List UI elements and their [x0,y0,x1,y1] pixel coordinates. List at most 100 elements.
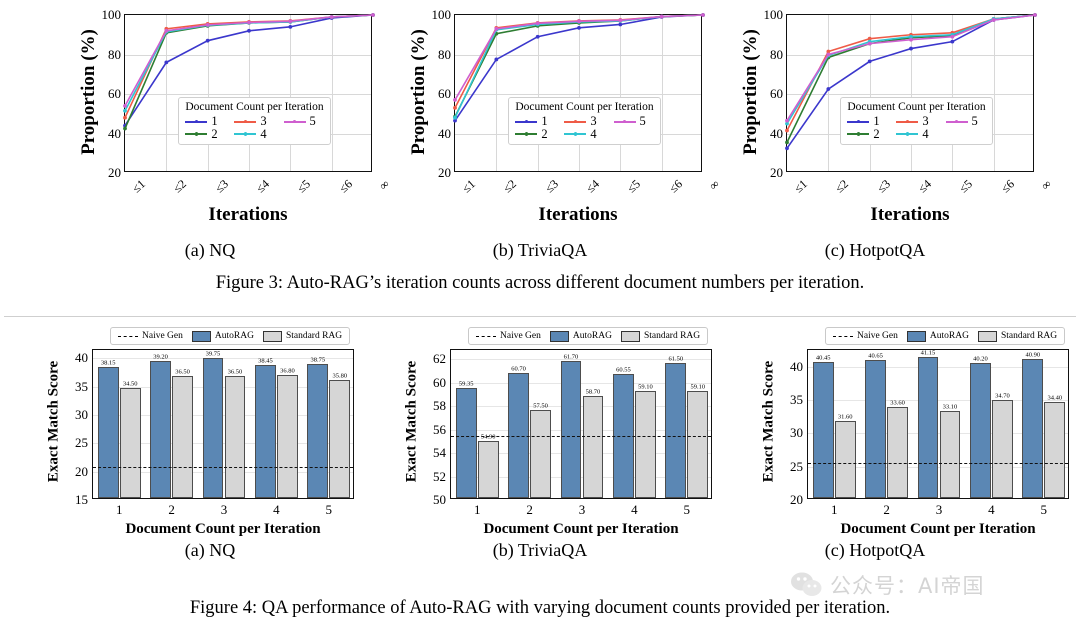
line-chart-x-axis-label: Iterations [538,204,618,225]
line-chart-x-tick: ≤2 [832,176,852,196]
line-data-point [950,39,955,44]
line-data-point [618,18,623,23]
bar-chart-y-tick: 56 [433,421,446,437]
bar-chart-x-axis-label: Document Count per Iteration [125,521,321,537]
bar-chart-x-tick: 4 [273,502,280,517]
line-chart-y-tick: 80 [108,46,121,62]
legend-item-2[interactable]: 2 [185,128,225,141]
bar-standard-rag-4: 36.80 [276,368,298,498]
legend-item-label: 5 [971,114,978,129]
legend-item-5[interactable]: 5 [283,115,324,128]
bar-chart-x-tick: 3 [220,502,228,517]
line-series-5 [124,14,374,107]
bar-standard-rag-1: 34.50 [119,381,141,498]
bar-chart-y-axis-label: Exact Match Score [45,360,62,483]
legend-item-label: 5 [639,114,646,129]
legend-item-4[interactable]: 4 [234,128,274,141]
bar-chart-legend: Naive Gen AutoRAG Standard RAG [825,327,1066,345]
line-chart-y-tick: 40 [770,125,783,141]
line-data-point [164,60,169,65]
legend-item-4[interactable]: 4 [564,128,604,141]
wechat-icon [791,572,822,596]
bar-chart-y-tick: 25 [75,435,88,451]
bar-value-label: 34.40 [1047,394,1063,402]
bar-chart-plot-area: 20 25 30 35 40 40.45 31.60 1 40.65 33.60 2 41.15 33.… [790,349,1069,517]
watermark: 公众号：AI帝国 [790,570,985,600]
legend-item-naive-gen[interactable]: Naive Gen [118,331,183,341]
legend-item-standard-rag[interactable]: Standard RAG [977,330,1057,342]
watermark-text: 公众号：AI帝国 [830,574,985,598]
legend-item-2[interactable]: 2 [515,128,555,141]
legend-line-swatch-icon [185,129,208,138]
bar-value-label: 60.70 [511,365,526,373]
line-chart-x-tick: ≤5 [624,176,644,196]
legend-item-naive-gen[interactable]: Naive Gen [833,331,898,341]
legend-item-3[interactable]: 3 [896,115,936,128]
legend-item-3[interactable]: 3 [234,115,274,128]
line-data-point [164,28,169,33]
legend-item-5[interactable]: 5 [945,114,986,129]
legend-item-autorag[interactable]: AutoRAG [191,330,254,342]
legend-item-naive-gen[interactable]: Naive Gen [476,331,541,341]
legend-item-standard-rag[interactable]: Standard RAG [620,330,700,342]
line-data-point [329,15,334,19]
bar-value-label: 40.20 [973,355,988,363]
bar-chart-x-tick: 2 [526,502,533,517]
line-data-point [826,87,831,91]
legend-line-swatch-icon [185,117,208,126]
bar-chart-panel-0: Exact Match Score Naive Gen AutoRAG Standar… [30,325,370,540]
legend-item-4[interactable]: 4 [896,128,936,141]
line-chart-series-layer [453,13,705,123]
figure-sheet: Proportion (%) 20 40 60 80 100 ≤1 ≤2 ≤3 ≤4 ≤5 ≤6 ∞ Do… [0,0,1080,640]
bar-chart-y-tick: 25 [790,458,803,474]
bar-value-label: 36.50 [227,368,243,376]
line-data-point [371,13,375,17]
line-chart-x-tick: ≤3 [873,176,893,196]
legend-items: 1 3 5 2 4 [185,115,323,140]
legend-item-label: 4 [922,126,929,141]
legend-item-1[interactable]: 1 [185,115,225,128]
color-swatch-icon [549,330,569,342]
legend-title: Document Count per Iteration [185,101,324,114]
bar-chart-panel-1: Exact Match Score Naive Gen AutoRAG Standar… [388,325,728,540]
line-data-point [785,128,789,133]
line-chart-panel-2: Proportion (%) 20 40 60 80 100 ≤1 ≤2 ≤3 ≤4 ≤5 ≤6 ∞ Do… [720,0,1054,230]
line-data-point [453,105,457,110]
legend-item-3[interactable]: 3 [564,115,604,128]
legend-item-1[interactable]: 1 [515,115,555,128]
line-chart-x-tick: ≤5 [294,176,314,196]
legend-item-autorag[interactable]: AutoRAG [549,330,612,342]
line-data-point [785,140,789,145]
fig3-subcaption-c: (c) HotpotQA [824,240,926,260]
legend-line-swatch-icon [234,129,257,138]
bar-autorag-1: 38.15 [97,360,119,498]
line-chart-y-tick: 100 [101,7,122,22]
legend-item-label: 3 [590,114,597,129]
legend-item-5[interactable]: 5 [613,114,654,129]
bar-chart-x-tick: 2 [883,502,890,517]
color-swatch-icon [262,330,282,342]
legend-line-swatch-icon [234,117,257,126]
legend-item-1[interactable]: 1 [847,115,887,128]
dashed-line-icon [476,335,496,337]
section-divider [4,316,1076,317]
legend-item-autorag[interactable]: AutoRAG [906,330,969,342]
line-chart-y-axis-label: Proportion (%) [78,29,99,155]
line-chart-y-tick: 100 [763,7,784,22]
bar-chart-x-axis-label: Document Count per Iteration [483,521,679,537]
legend-item-2[interactable]: 2 [847,128,887,141]
legend-item-standard-rag[interactable]: Standard RAG [262,330,342,342]
line-data-point [950,34,955,39]
bar-value-label: 36.80 [280,367,295,375]
bar-autorag-4: 40.20 [969,356,991,498]
bar-value-label: 33.10 [942,403,958,411]
bar-standard-rag-3: 36.50 [224,369,246,498]
line-chart-y-axis-label: Proportion (%) [408,29,429,155]
line-data-point [909,37,913,42]
line-data-point [701,13,705,17]
dashed-line-icon [833,335,853,337]
line-chart-x-tick: ≤4 [583,176,602,196]
legend-line-swatch-icon [945,117,968,126]
bar-chart-y-tick: 40 [75,350,88,366]
line-chart-x-tick: ≤4 [915,176,934,196]
